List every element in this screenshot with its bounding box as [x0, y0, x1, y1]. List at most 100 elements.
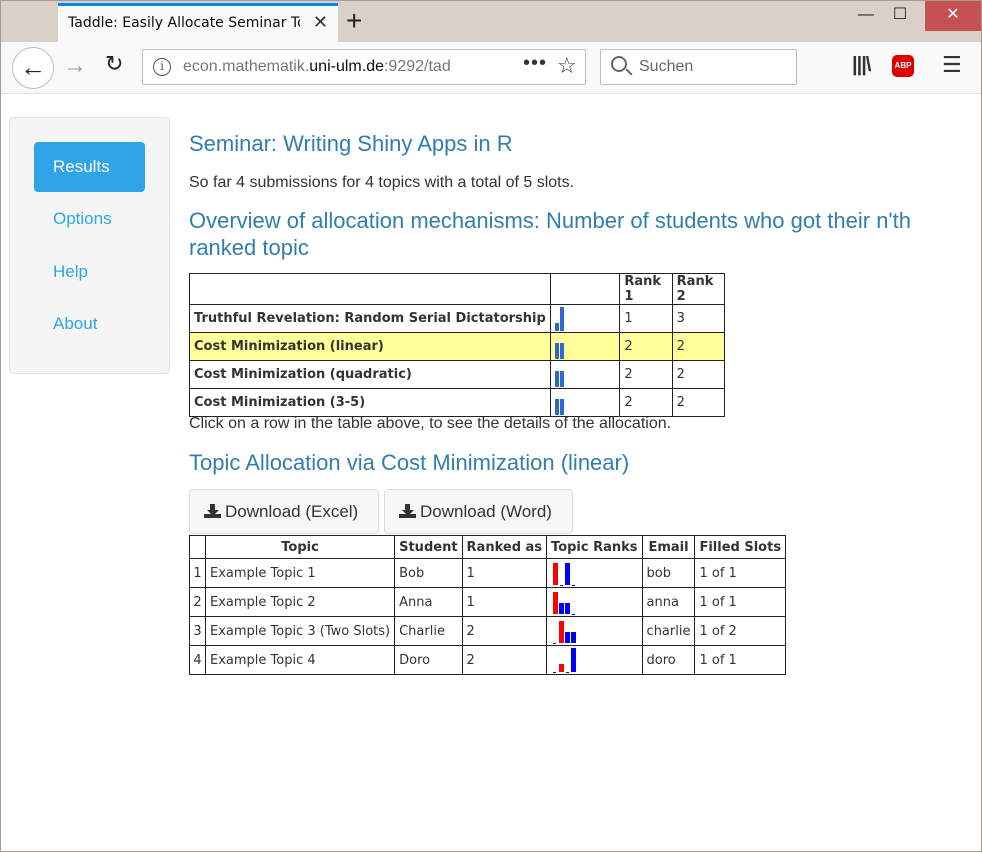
rank1-count: 1: [619, 304, 673, 333]
rank1-count: 2: [619, 360, 673, 389]
student-cell: Anna: [394, 587, 463, 617]
sidebar-item-help[interactable]: Help: [34, 247, 145, 297]
search-icon: [611, 56, 627, 72]
url-text[interactable]: econ.mathematik.uni-ulm.de:9292/tad: [183, 58, 517, 76]
menu-icon[interactable]: ☰: [942, 52, 962, 78]
back-icon[interactable]: ←: [12, 47, 54, 89]
download-excel-button[interactable]: Download (Excel): [189, 489, 379, 534]
tab-close-icon[interactable]: ✕: [313, 12, 328, 33]
mechanism-name: Truthful Revelation: Random Serial Dicta…: [189, 304, 551, 333]
download-excel-label: Download (Excel): [225, 502, 359, 521]
rank-sparkline: [549, 388, 621, 417]
info-icon[interactable]: i: [153, 58, 171, 76]
rank-bar: [559, 621, 565, 643]
rank-bar: [565, 563, 571, 585]
mechanism-name: Cost Minimization (quadratic): [189, 360, 551, 389]
rank-bar-base: [553, 643, 557, 644]
row-index: 4: [189, 645, 206, 675]
topic-ranks-chart: [551, 617, 633, 645]
spark-bar-rank1: [554, 398, 559, 415]
spark-bar-rank1: [554, 342, 559, 359]
allocation-heading: Topic Allocation via Cost Minimization (…: [189, 450, 630, 475]
library-icon[interactable]: |||\: [852, 54, 871, 77]
spark-bar-rank1: [554, 370, 559, 387]
sidebar-item-about[interactable]: About: [34, 299, 145, 349]
close-window-icon[interactable]: ✕: [925, 1, 981, 31]
table-row[interactable]: Truthful Revelation: Random Serial Dicta…: [189, 304, 726, 333]
download-word-button[interactable]: Download (Word): [384, 489, 573, 534]
mechanism-name: Cost Minimization (3-5): [189, 388, 551, 417]
table-row[interactable]: Cost Minimization (quadratic) 2 2: [189, 360, 726, 389]
sparkline-chart: [554, 390, 575, 416]
url-host: uni-ulm.de: [309, 58, 384, 75]
adblock-icon[interactable]: ABP: [892, 55, 914, 77]
rank-bar-base: [566, 672, 570, 673]
sidebar-item-options[interactable]: Options: [34, 194, 145, 244]
spark-bar-rank2: [559, 306, 564, 331]
search-bar[interactable]: Suchen: [600, 49, 797, 85]
filled-cell: 1 of 1: [694, 558, 787, 588]
page-content: Results Options Help About Seminar: Writ…: [1, 94, 981, 845]
rank-bar-base: [560, 585, 564, 586]
table-row[interactable]: 3 Example Topic 3 (Two Slots) Charlie 2 …: [189, 616, 787, 646]
browser-tab[interactable]: Taddle: Easily Allocate Seminar Top ✕: [58, 3, 338, 42]
page-actions-icon[interactable]: •••: [523, 52, 547, 75]
new-tab-icon[interactable]: +: [346, 5, 362, 37]
filled-cell: 1 of 1: [694, 645, 787, 675]
header-rank1: Rank 1: [619, 273, 673, 305]
overview-heading: Overview of allocation mechanisms: Numbe…: [189, 208, 911, 260]
star-icon[interactable]: ☆: [557, 53, 577, 79]
reload-icon[interactable]: ↻: [105, 51, 123, 77]
ranked-as-cell: 1: [461, 587, 548, 617]
ranked-as-cell: 1: [461, 558, 548, 588]
topic-cell: Example Topic 4: [204, 645, 396, 675]
rank-bar: [565, 603, 571, 614]
rank-sparkline: [549, 360, 621, 389]
student-cell: Bob: [394, 558, 463, 588]
spark-bar-rank2: [559, 398, 564, 415]
table-row[interactable]: Cost Minimization (3-5) 2 2: [189, 388, 726, 417]
spark-bar-rank2: [559, 342, 564, 359]
rank2-count: 2: [671, 332, 726, 361]
rank-bar: [559, 603, 565, 614]
table-row[interactable]: 2 Example Topic 2 Anna 1 anna 1 of 1: [189, 587, 787, 617]
sidebar-item-results[interactable]: Results: [34, 142, 145, 192]
tab-title: Taddle: Easily Allocate Seminar Top: [68, 15, 300, 31]
spark-bar-rank2: [559, 370, 564, 387]
nav-bar: ← → ↻ i econ.mathematik.uni-ulm.de:9292/…: [1, 42, 981, 94]
maximize-icon[interactable]: ☐: [877, 1, 923, 31]
search-input[interactable]: Suchen: [639, 58, 693, 76]
header-email: Email: [641, 535, 696, 559]
rank-sparkline: [549, 304, 621, 333]
table-row[interactable]: 1 Example Topic 1 Bob 1 bob 1 of 1: [189, 558, 787, 588]
email-cell: bob: [641, 558, 696, 588]
download-icon: [399, 504, 417, 518]
sparkline-chart: [554, 306, 575, 332]
rank-bar: [553, 592, 559, 614]
rank1-count: 2: [619, 388, 673, 417]
spark-bar-rank1: [554, 322, 559, 331]
rank2-count: 2: [671, 360, 726, 389]
title-bar: Taddle: Easily Allocate Seminar Top ✕ + …: [1, 1, 981, 42]
topic-ranks-cell: [546, 587, 643, 617]
mechanism-name: Cost Minimization (linear): [189, 332, 551, 361]
sparkline-chart: [554, 362, 575, 388]
sidebar: Results Options Help About: [9, 117, 170, 374]
download-word-label: Download (Word): [420, 502, 552, 521]
table-row[interactable]: 4 Example Topic 4 Doro 2 doro 1 of 1: [189, 645, 787, 675]
url-bar[interactable]: i econ.mathematik.uni-ulm.de:9292/tad ••…: [142, 49, 586, 85]
topic-cell: Example Topic 2: [204, 587, 396, 617]
header-topic-ranks: Topic Ranks: [546, 535, 643, 559]
mechanism-table: Rank 1 Rank 2 Truthful Revelation: Rando…: [189, 273, 726, 417]
topic-ranks-cell: [546, 616, 643, 646]
rank-bar: [559, 664, 565, 672]
rank-bar: [571, 632, 577, 643]
header-ranked-as: Ranked as: [461, 535, 548, 559]
page-title: Seminar: Writing Shiny Apps in R: [189, 131, 513, 156]
row-index: 1: [189, 558, 206, 588]
table-row[interactable]: Cost Minimization (linear) 2 2: [189, 332, 726, 361]
row-index: 3: [189, 616, 206, 646]
rank2-count: 3: [671, 304, 726, 333]
header-chart: [549, 273, 621, 305]
forward-icon[interactable]: →: [63, 52, 87, 80]
